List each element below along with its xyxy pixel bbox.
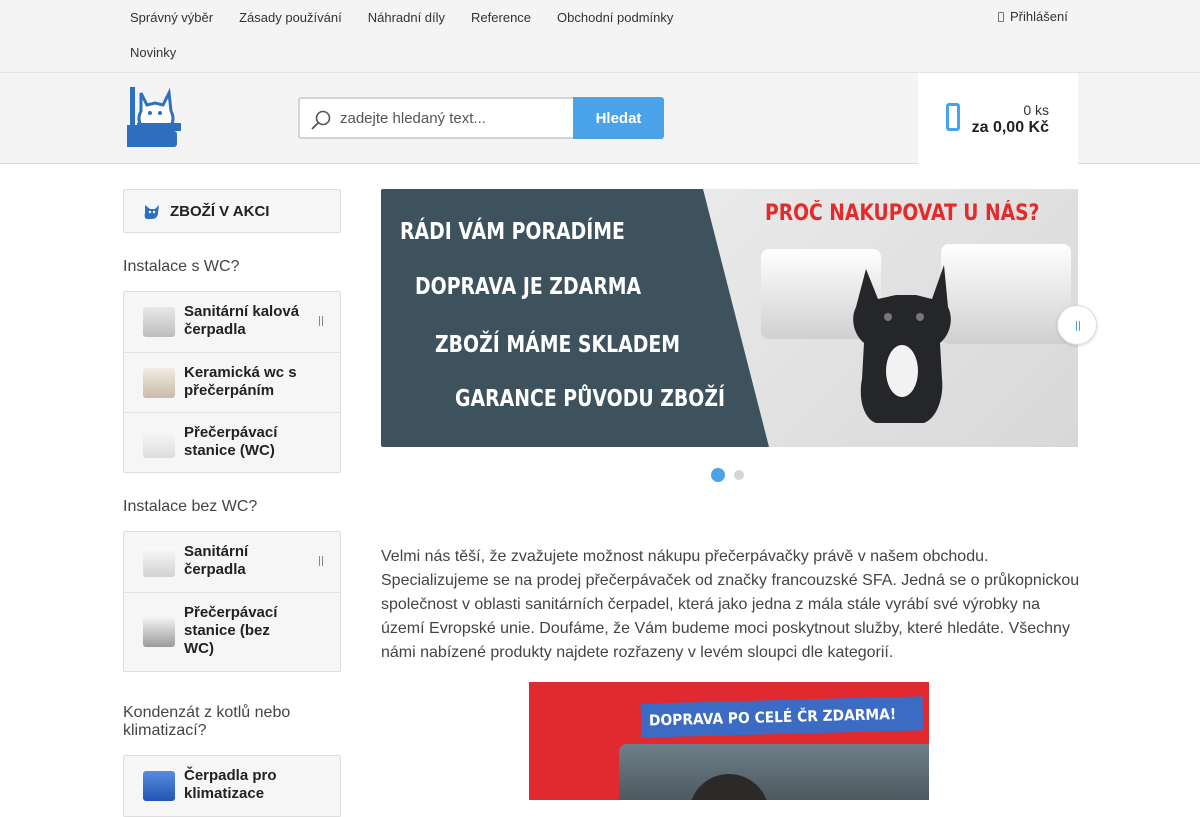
search-input[interactable] xyxy=(340,107,568,129)
free-shipping-text: DOPRAVA PO CELÉ ČR ZDARMA! xyxy=(648,705,897,730)
login-label: Přihlášení xyxy=(1010,9,1068,24)
lock-icon xyxy=(998,12,1004,22)
category-label: Sanitární čerpadla xyxy=(184,543,249,578)
chevron-right-icon xyxy=(1076,321,1080,331)
nav-link-nahradni-dily[interactable]: Náhradní díly xyxy=(355,0,458,35)
banner-line: DOPRAVA JE ZDARMA xyxy=(415,274,642,300)
sale-items-link[interactable]: ZBOŽÍ V AKCI xyxy=(123,189,341,233)
banner-line: ZBOŽÍ MÁME SKLADEM xyxy=(435,332,681,358)
product-thumbnail xyxy=(143,307,175,337)
french-bulldog-image xyxy=(853,265,951,423)
car-image xyxy=(619,744,929,800)
category-label: Sanitární kalová čerpadla xyxy=(184,303,300,338)
product-thumbnail xyxy=(143,428,175,458)
category-heading-without-wc: Instalace bez WC? xyxy=(123,498,258,515)
header: Hledat 0 ks za 0,00 Kč xyxy=(0,73,1200,164)
chevron-right-icon xyxy=(319,316,323,326)
cart-icon xyxy=(946,103,960,131)
category-precerpavaci-stanice-wc[interactable]: Přečerpávací stanice (WC) xyxy=(124,412,340,472)
slider-pagination xyxy=(711,467,757,485)
nav-link-novinky[interactable]: Novinky xyxy=(117,35,189,70)
logo-icon xyxy=(127,87,181,147)
nav-link-obchodni-podminky[interactable]: Obchodní podmínky xyxy=(544,0,686,35)
free-shipping-strip: DOPRAVA PO CELÉ ČR ZDARMA! xyxy=(640,696,924,738)
login-link[interactable]: Přihlášení xyxy=(998,9,1068,24)
sale-items-label: ZBOŽÍ V AKCI xyxy=(170,203,270,220)
category-heading-condensate: Kondenzát z kotlů nebo klimatizací? xyxy=(123,704,291,739)
category-cerpadla-pro-klimatizace[interactable]: Čerpadla pro klimatizace xyxy=(124,756,340,816)
cart-count: 0 ks xyxy=(1023,102,1049,118)
dog-icon xyxy=(144,205,159,219)
category-label: Keramická wc s přečerpáním xyxy=(184,364,297,399)
category-list-with-wc: Sanitární kalová čerpadla Keramická wc s… xyxy=(123,291,341,473)
site-logo[interactable] xyxy=(127,85,183,149)
product-thumbnail xyxy=(143,368,175,398)
category-sanitarni-kalova-cerpadla[interactable]: Sanitární kalová čerpadla xyxy=(124,292,340,352)
sidebar: ZBOŽÍ V AKCI Instalace s WC? Sanitární k… xyxy=(123,189,341,817)
hero-banner[interactable]: RÁDI VÁM PORADÍME DOPRAVA JE ZDARMA ZBOŽ… xyxy=(381,189,1078,447)
slider-next-button[interactable] xyxy=(1057,305,1097,345)
nav-link-spravny-vyber[interactable]: Správný výběr xyxy=(117,0,226,35)
nav-link-zasady-pouzivani[interactable]: Zásady používání xyxy=(226,0,355,35)
category-label: Přečerpávací stanice (WC) xyxy=(184,424,278,459)
category-list-condensate: Čerpadla pro klimatizace xyxy=(123,755,341,817)
product-thumbnail xyxy=(143,547,175,577)
category-keramicka-wc[interactable]: Keramická wc s přečerpáním xyxy=(124,352,340,412)
slider-dot-2[interactable] xyxy=(734,470,744,480)
search-field xyxy=(298,97,574,139)
cart-widget[interactable]: 0 ks za 0,00 Kč xyxy=(918,73,1078,164)
product-thumbnail xyxy=(143,617,175,647)
cart-total: za 0,00 Kč xyxy=(971,119,1049,136)
top-bar: Správný výběr Zásady používání Náhradní dí… xyxy=(0,0,1200,73)
product-thumbnail xyxy=(143,771,175,801)
chevron-right-icon xyxy=(319,556,323,566)
category-sanitarni-cerpadla[interactable]: Sanitární čerpadla xyxy=(124,532,340,592)
banner-line: GARANCE PŮVODU ZBOŽÍ xyxy=(455,386,726,412)
search-bar: Hledat xyxy=(298,97,664,139)
slider-dot-1[interactable] xyxy=(711,468,725,482)
nav-link-reference[interactable]: Reference xyxy=(458,0,544,35)
banner-line: RÁDI VÁM PORADÍME xyxy=(400,219,625,245)
category-label: Přečerpávací stanice (bez WC) xyxy=(184,604,278,657)
free-shipping-image: DOPRAVA PO CELÉ ČR ZDARMA! xyxy=(529,682,929,800)
category-precerpavaci-stanice-bez-wc[interactable]: Přečerpávací stanice (bez WC) xyxy=(124,592,340,671)
top-navigation: Správný výběr Zásady používání Náhradní dí… xyxy=(117,0,697,70)
banner-headline: PROČ NAKUPOVAT U NÁS? xyxy=(765,201,1040,226)
intro-text: Velmi nás těší, že zvažujete možnost nák… xyxy=(381,548,1080,661)
search-icon xyxy=(311,110,331,130)
category-list-without-wc: Sanitární čerpadla Přečerpávací stanice … xyxy=(123,531,341,672)
category-label: Čerpadla pro klimatizace xyxy=(184,767,277,802)
category-heading-with-wc: Instalace s WC? xyxy=(123,258,240,275)
search-button[interactable]: Hledat xyxy=(573,97,664,139)
